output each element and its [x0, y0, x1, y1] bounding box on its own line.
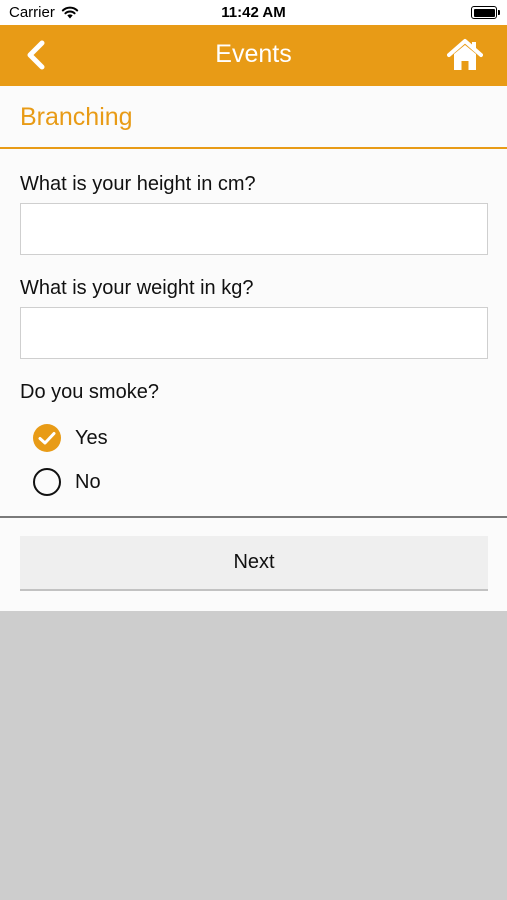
divider	[0, 516, 507, 518]
section-header: Branching	[0, 86, 507, 149]
checkmark-icon	[38, 432, 56, 445]
radio-label-yes: Yes	[75, 426, 108, 449]
weight-input[interactable]	[20, 307, 488, 359]
page-title: Events	[215, 40, 292, 68]
height-question-label: What is your height in cm?	[20, 173, 256, 195]
radio-unchecked-icon	[33, 468, 61, 496]
height-input[interactable]	[20, 203, 488, 255]
nav-bar: Events	[0, 25, 507, 86]
form-panel: Branching What is your height in cm? Wha…	[0, 86, 507, 611]
status-bar: Carrier 11:42 AM	[0, 0, 507, 25]
smoke-question-label: Do you smoke?	[20, 381, 159, 403]
radio-checked-icon	[33, 424, 61, 452]
next-button[interactable]: Next	[20, 536, 488, 591]
battery-icon	[471, 6, 500, 19]
weight-question-label: What is your weight in kg?	[20, 277, 254, 299]
home-icon	[447, 39, 483, 70]
home-button[interactable]	[447, 38, 483, 72]
radio-option-no[interactable]: No	[33, 467, 101, 497]
section-title: Branching	[20, 103, 133, 131]
radio-option-yes[interactable]: Yes	[33, 423, 108, 453]
radio-label-no: No	[75, 470, 101, 493]
status-time: 11:42 AM	[221, 4, 286, 21]
